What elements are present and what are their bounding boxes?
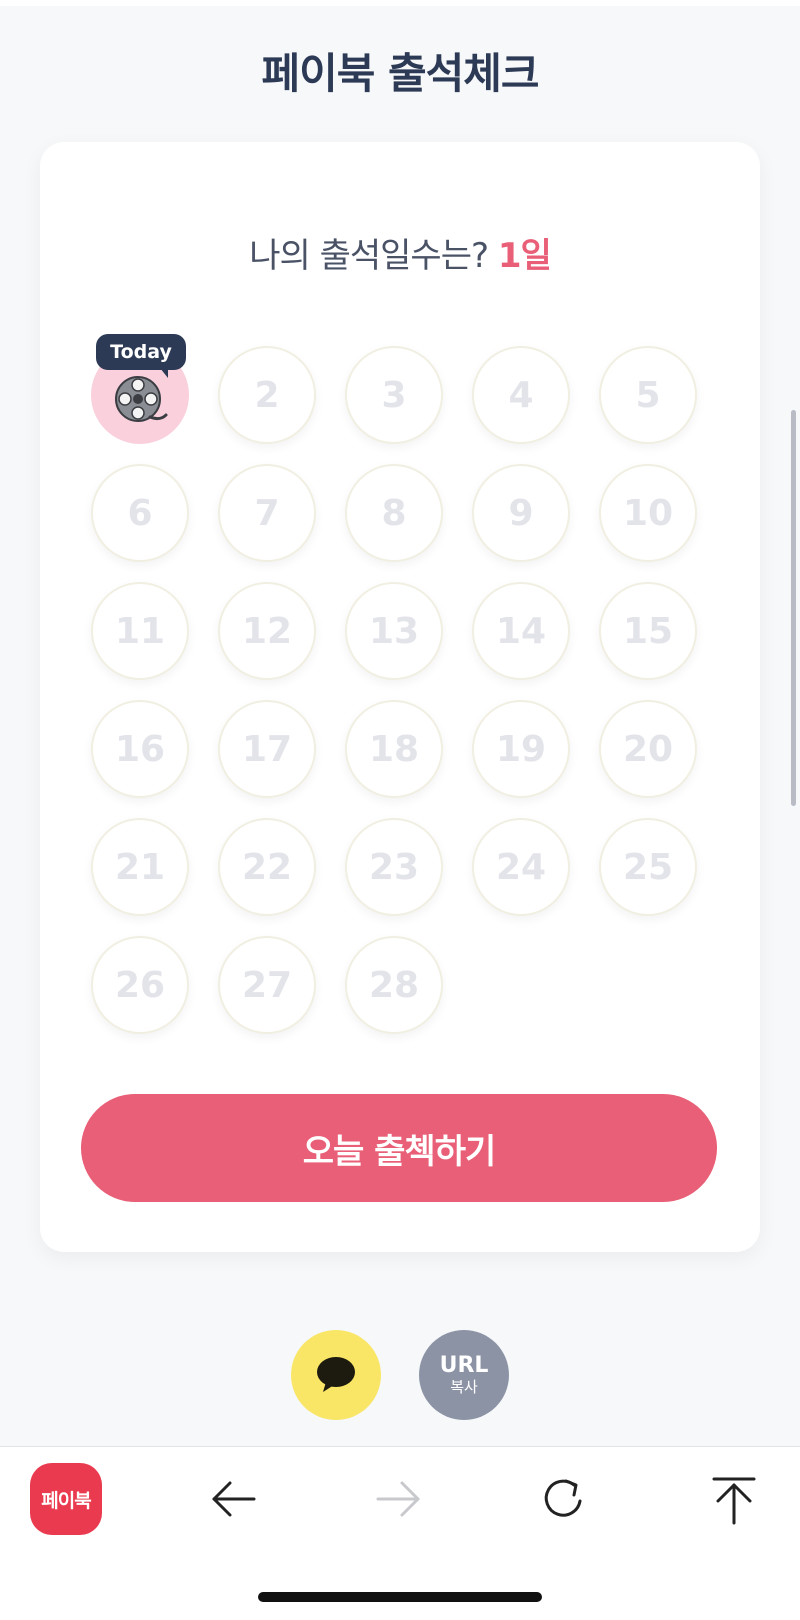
day-stamp-16: 16 bbox=[91, 700, 189, 798]
day-number: 27 bbox=[241, 964, 293, 1006]
day-stamp-9: 9 bbox=[472, 464, 570, 562]
day-number: 9 bbox=[508, 492, 534, 534]
day-stamp-12: 12 bbox=[218, 582, 316, 680]
day-number: 25 bbox=[622, 846, 674, 888]
day-stamp-5: 5 bbox=[599, 346, 697, 444]
back-arrow-icon[interactable] bbox=[206, 1471, 262, 1527]
day-stamp-17: 17 bbox=[218, 700, 316, 798]
day-number: 3 bbox=[381, 374, 407, 416]
check-in-button[interactable]: 오늘 출첵하기 bbox=[81, 1094, 717, 1202]
day-stamp-28: 28 bbox=[345, 936, 443, 1034]
day-number: 15 bbox=[622, 610, 674, 652]
attendance-card: 나의 출석일수는? 1일 Today 2 3 4 5 6 7 8 9 10 11 12 13 14 15 16… bbox=[40, 142, 760, 1252]
day-stamp-19: 19 bbox=[472, 700, 570, 798]
day-number: 2 bbox=[254, 374, 280, 416]
chat-bubble-icon bbox=[317, 1357, 355, 1392]
day-stamp-2: 2 bbox=[218, 346, 316, 444]
home-indicator bbox=[258, 1592, 542, 1602]
day-number: 26 bbox=[114, 964, 166, 1006]
film-reel-icon bbox=[115, 376, 168, 422]
day-number: 6 bbox=[127, 492, 153, 534]
day-stamp-13: 13 bbox=[345, 582, 443, 680]
today-badge: Today bbox=[96, 334, 186, 378]
page-title-prefix: 페이북 bbox=[261, 49, 375, 98]
day-number: 16 bbox=[114, 728, 166, 770]
day-stamp-14: 14 bbox=[472, 582, 570, 680]
attendance-calendar: Today 2 3 4 5 6 7 8 9 10 11 12 13 14 15 16 17 18 19 20 21 22 2… bbox=[91, 334, 711, 1034]
day-number: 8 bbox=[381, 492, 407, 534]
day-number: 5 bbox=[635, 374, 661, 416]
day-number: 4 bbox=[508, 374, 534, 416]
page-title: 페이북 출석체크 bbox=[0, 40, 800, 101]
day-number: 22 bbox=[241, 846, 293, 888]
refresh-icon[interactable] bbox=[536, 1471, 592, 1527]
browser-toolbar: 페이북 bbox=[0, 1446, 800, 1620]
day-number: 23 bbox=[368, 846, 420, 888]
forward-arrow-icon[interactable] bbox=[370, 1471, 426, 1527]
day-number: 10 bbox=[622, 492, 674, 534]
day-stamp-1: Today bbox=[91, 334, 189, 444]
day-number: 11 bbox=[114, 610, 166, 652]
day-stamp-23: 23 bbox=[345, 818, 443, 916]
day-stamp-24: 24 bbox=[472, 818, 570, 916]
day-number: 19 bbox=[495, 728, 547, 770]
day-number: 21 bbox=[114, 846, 166, 888]
day-stamp-7: 7 bbox=[218, 464, 316, 562]
day-number: 24 bbox=[495, 846, 547, 888]
day-stamp-27: 27 bbox=[218, 936, 316, 1034]
day-number: 20 bbox=[622, 728, 674, 770]
day-number: 28 bbox=[368, 964, 420, 1006]
day-number: 14 bbox=[495, 610, 547, 652]
scroll-top-icon[interactable] bbox=[706, 1471, 762, 1527]
page-title-main: 출석체크 bbox=[387, 49, 540, 98]
day-stamp-11: 11 bbox=[91, 582, 189, 680]
url-copy-label: URL bbox=[439, 1353, 489, 1378]
day-stamp-25: 25 bbox=[599, 818, 697, 916]
day-stamp-3: 3 bbox=[345, 346, 443, 444]
day-stamp-18: 18 bbox=[345, 700, 443, 798]
attendance-count-line: 나의 출석일수는? 1일 bbox=[40, 228, 760, 277]
scrollbar[interactable] bbox=[791, 410, 796, 806]
day-stamp-10: 10 bbox=[599, 464, 697, 562]
day-number: 13 bbox=[368, 610, 420, 652]
day-stamp-26: 26 bbox=[91, 936, 189, 1034]
day-stamp-8: 8 bbox=[345, 464, 443, 562]
day-number: 18 bbox=[368, 728, 420, 770]
url-copy-button[interactable]: URL 복사 bbox=[419, 1330, 509, 1420]
paybook-logo[interactable]: 페이북 bbox=[30, 1463, 102, 1535]
day-stamp-6: 6 bbox=[91, 464, 189, 562]
url-copy-sublabel: 복사 bbox=[450, 1378, 478, 1396]
day-number: 17 bbox=[241, 728, 293, 770]
share-row: URL 복사 bbox=[0, 1330, 800, 1420]
day-stamp-15: 15 bbox=[599, 582, 697, 680]
attendance-count: 1일 bbox=[497, 236, 552, 276]
attendance-question: 나의 출석일수는? bbox=[249, 236, 489, 276]
day-stamp-20: 20 bbox=[599, 700, 697, 798]
day-stamp-21: 21 bbox=[91, 818, 189, 916]
day-stamp-22: 22 bbox=[218, 818, 316, 916]
day-number: 12 bbox=[241, 610, 293, 652]
day-number: 7 bbox=[254, 492, 280, 534]
day-stamp-4: 4 bbox=[472, 346, 570, 444]
status-bar-area bbox=[0, 0, 800, 6]
kakao-share-button[interactable] bbox=[291, 1330, 381, 1420]
